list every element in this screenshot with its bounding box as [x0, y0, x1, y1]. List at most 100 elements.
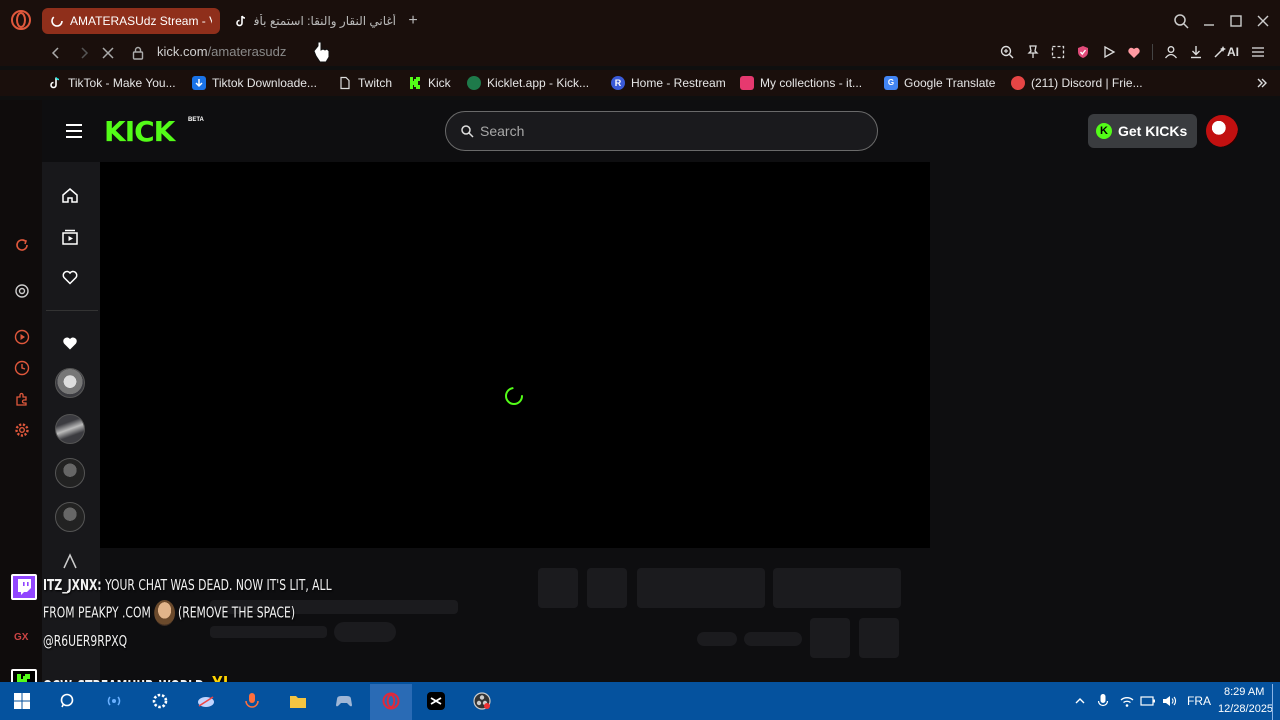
twitch-badge-icon	[11, 574, 37, 600]
keyboard-language[interactable]: FRA	[1187, 694, 1211, 708]
bookmark-restream[interactable]: R Home - Restream	[611, 74, 726, 92]
skeleton-pill	[334, 622, 396, 642]
tab-amaterasudz-stream[interactable]: AMATERASUdz Stream - V	[42, 8, 220, 34]
skeleton-button	[538, 568, 578, 608]
bookmark-collections[interactable]: My collections - it...	[740, 74, 862, 92]
browse-icon[interactable]	[61, 228, 79, 246]
windows-taskbar	[0, 682, 1280, 720]
network-icon[interactable]	[1119, 694, 1135, 708]
cloud-app-icon[interactable]	[196, 691, 216, 711]
minimize-icon[interactable]	[1200, 12, 1218, 30]
bookmark-kicklet[interactable]: Kicklet.app - Kick...	[467, 74, 589, 92]
stop-loading-icon[interactable]	[100, 45, 116, 61]
gx-label[interactable]: GX	[14, 632, 28, 643]
zoom-icon[interactable]	[999, 44, 1015, 60]
followed-channel-avatar[interactable]	[55, 414, 85, 444]
game-controller-icon[interactable]	[334, 691, 354, 711]
kick-logo[interactable]: KICK	[104, 117, 175, 147]
tiktok-icon	[234, 14, 248, 28]
show-desktop-divider[interactable]	[1272, 684, 1273, 720]
followed-channels-heart-icon	[61, 334, 79, 352]
pin-icon[interactable]	[1025, 44, 1041, 60]
bookmark-kick[interactable]: Kick	[408, 74, 451, 92]
followed-channel-avatar-partial[interactable]	[61, 552, 79, 570]
file-explorer-icon[interactable]	[288, 691, 308, 711]
opera-logo-icon[interactable]	[10, 9, 32, 31]
address-field[interactable]: kick.com/amaterasudz	[157, 44, 286, 59]
tab-tiktok-music[interactable]: أغاني النقار والنقا: استمتع بأفض	[226, 8, 404, 34]
nav-divider	[46, 310, 98, 311]
lock-icon[interactable]	[130, 45, 146, 61]
speed-dial-icon[interactable]	[13, 236, 31, 254]
history-icon[interactable]	[13, 359, 31, 377]
video-player[interactable]	[100, 162, 930, 548]
get-kicks-button[interactable]: K Get KICKs	[1088, 114, 1197, 148]
obs-icon[interactable]	[472, 691, 492, 711]
aria-ai-icon[interactable]	[1212, 44, 1228, 60]
opera-gx-icon[interactable]	[381, 691, 401, 711]
search-input[interactable]: Search	[445, 111, 878, 151]
capcut-icon[interactable]	[426, 691, 446, 711]
tab-search-icon[interactable]	[1172, 12, 1190, 30]
chatgpt-icon[interactable]	[13, 282, 31, 300]
search-placeholder: Search	[480, 123, 525, 139]
following-heart-icon[interactable]	[61, 268, 79, 286]
broadcast-icon[interactable]	[104, 691, 124, 711]
microphone-app-icon[interactable]	[242, 691, 262, 711]
home-icon[interactable]	[61, 186, 79, 204]
user-avatar[interactable]	[1206, 115, 1238, 147]
clock-time[interactable]: 8:29 AM	[1224, 686, 1264, 698]
tray-expand-icon[interactable]	[1073, 694, 1087, 708]
clock-date[interactable]: 12/28/2025	[1218, 703, 1273, 715]
kicklet-icon	[467, 76, 481, 90]
heart-icon[interactable]	[1126, 44, 1142, 60]
emote-face-icon	[154, 600, 175, 626]
bookmark-tiktok[interactable]: TikTok - Make You...	[48, 74, 176, 92]
bookmark-twitch[interactable]: Twitch	[338, 74, 392, 92]
play-icon[interactable]	[1101, 44, 1117, 60]
toolbar-divider	[1152, 44, 1153, 60]
vpn-shield-icon[interactable]	[1075, 44, 1091, 60]
chat-message-line: @R6UER9RPXQ	[43, 632, 128, 650]
loading-icon	[50, 14, 64, 28]
maximize-icon[interactable]	[1227, 12, 1245, 30]
player-icon[interactable]	[13, 328, 31, 346]
followed-channel-avatar[interactable]	[55, 502, 85, 532]
hamburger-menu-icon[interactable]	[64, 122, 84, 140]
skeleton-button	[637, 568, 765, 608]
bookmark-discord[interactable]: (211) Discord | Frie...	[1011, 74, 1143, 92]
windows-start-icon[interactable]	[12, 691, 32, 711]
volume-icon[interactable]	[1162, 694, 1178, 708]
easy-setup-icon[interactable]	[1250, 44, 1266, 60]
microphone-icon[interactable]	[1096, 693, 1110, 709]
profile-icon[interactable]	[1163, 44, 1179, 60]
forward-icon[interactable]	[76, 45, 92, 61]
download-icon[interactable]	[1188, 44, 1204, 60]
discord-icon	[1011, 76, 1025, 90]
search-icon[interactable]	[58, 691, 78, 711]
snapshot-icon[interactable]	[1050, 44, 1066, 60]
extensions-icon[interactable]	[13, 390, 31, 408]
battery-icon[interactable]	[1140, 694, 1156, 708]
followed-channel-avatar[interactable]	[55, 368, 85, 398]
back-icon[interactable]	[48, 45, 64, 61]
bookmark-tiktok-downloader[interactable]: Tiktok Downloade...	[192, 74, 317, 92]
chat-message-line: FROM PEAKPY .COM (REMOVE THE SPACE)	[43, 600, 295, 626]
collections-icon	[740, 76, 754, 90]
download-icon	[192, 76, 206, 90]
chat-username: ITZ_JXNX:	[43, 576, 102, 594]
followed-channel-avatar[interactable]	[55, 458, 85, 488]
ai-label[interactable]: AI	[1227, 45, 1239, 59]
app-settings-icon[interactable]	[150, 691, 170, 711]
bookmarks-overflow-icon[interactable]	[1255, 76, 1269, 90]
kicks-coin-icon: K	[1096, 123, 1112, 139]
tab-title: أغاني النقار والنقا: استمتع بأفض	[254, 14, 396, 28]
bookmark-google-translate[interactable]: G Google Translate	[884, 74, 995, 92]
settings-gear-icon[interactable]	[13, 421, 31, 439]
new-tab-button[interactable]: +	[404, 12, 422, 30]
tiktok-icon	[48, 76, 62, 90]
close-icon[interactable]	[1254, 12, 1272, 30]
page-icon	[338, 76, 352, 90]
loading-spinner-icon	[503, 385, 525, 407]
skeleton-button	[587, 568, 627, 608]
